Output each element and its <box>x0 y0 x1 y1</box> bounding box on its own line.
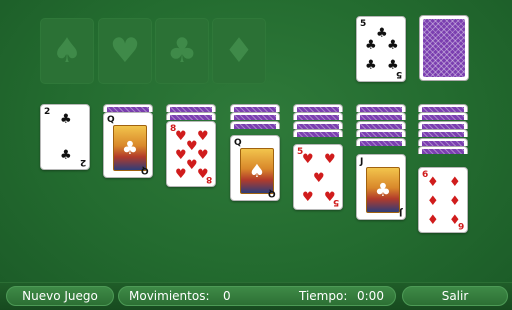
card-rank: 2 <box>79 157 86 167</box>
tableau-5-top-card[interactable]: 5 ♥ ♥ ♥ ♥ ♥ 5 <box>293 144 343 210</box>
card-rank: 5 <box>332 197 339 207</box>
club-icon: ♣ <box>365 38 377 53</box>
heart-icon: ♥ <box>302 190 314 205</box>
tableau-7-face-down <box>418 146 468 154</box>
heart-icon: ♥ <box>197 129 209 144</box>
stock-pile[interactable] <box>419 15 469 81</box>
heart-icon: ♥ <box>175 129 187 144</box>
tableau-6-face-down <box>356 112 406 120</box>
foundation-clubs[interactable]: ♣ <box>155 18 209 84</box>
heart-icon: ♥ <box>197 148 209 163</box>
tableau-2-top-card[interactable]: Q ♣ Q <box>103 112 153 178</box>
tableau-4-face-down <box>230 112 280 120</box>
tableau-5-face-down <box>293 129 343 137</box>
tableau-7-face-down <box>418 129 468 137</box>
card-rank: J <box>360 157 364 167</box>
club-icon: ♣ <box>121 137 139 159</box>
tableau-3-top-card[interactable]: 8 ♥ ♥ ♥ ♥ ♥ ♥ ♥ ♥ 8 <box>166 121 216 187</box>
time-value: 0:00 <box>357 289 384 303</box>
tableau-7-face-down <box>418 138 468 146</box>
card-rank: Q <box>268 188 276 198</box>
tableau-5-face-down <box>293 104 343 112</box>
card-rank: Q <box>234 138 242 148</box>
diamond-icon: ♦ <box>223 31 255 71</box>
heart-icon: ♥ <box>324 152 336 167</box>
foundation-hearts[interactable]: ♥ <box>98 18 152 84</box>
heart-icon: ♥ <box>302 152 314 167</box>
foundation-diamonds[interactable]: ♦ <box>212 18 266 84</box>
heart-icon: ♥ <box>186 139 198 154</box>
tableau-3-face-down <box>166 104 216 112</box>
card-rank: 5 <box>360 19 367 29</box>
heart-icon: ♥ <box>175 148 187 163</box>
club-icon: ♣ <box>376 26 388 41</box>
club-icon: ♣ <box>374 179 392 201</box>
card-rank: 8 <box>205 174 212 184</box>
moves-label: Movimientos: <box>129 289 210 303</box>
tableau-4-face-down <box>230 104 280 112</box>
tableau-4-face-down <box>230 121 280 129</box>
tableau-7-top-card[interactable]: 6 ♦ ♦ ♦ ♦ ♦ ♦ 6 <box>418 167 468 233</box>
tableau-2-face-down <box>103 104 153 112</box>
tableau-1-top-card[interactable]: 2 ♣ ♣ 2 <box>40 104 90 170</box>
tableau-7-face-down <box>418 121 468 129</box>
heart-icon: ♥ <box>186 158 198 173</box>
tableau-5-face-down <box>293 112 343 120</box>
diamond-icon: ♦ <box>449 175 461 190</box>
moves-value: 0 <box>223 289 231 303</box>
tableau-4-top-card[interactable]: Q ♠ Q <box>230 135 280 201</box>
diamond-icon: ♦ <box>427 213 439 228</box>
spade-icon: ♠ <box>51 31 83 71</box>
heart-icon: ♥ <box>313 171 325 186</box>
tableau-6-top-card[interactable]: J ♣ J <box>356 154 406 220</box>
tableau-6-face-down <box>356 138 406 146</box>
tableau-6-face-down <box>356 129 406 137</box>
card-rank: Q <box>141 165 149 175</box>
tableau-6-face-down <box>356 121 406 129</box>
heart-icon: ♥ <box>109 31 141 71</box>
club-icon: ♣ <box>60 112 72 127</box>
tableau-5-face-down <box>293 121 343 129</box>
card-rank: 2 <box>44 107 51 117</box>
tableau-6-face-down <box>356 104 406 112</box>
diamond-icon: ♦ <box>449 194 461 209</box>
club-icon: ♣ <box>365 58 377 73</box>
diamond-icon: ♦ <box>427 175 439 190</box>
diamond-icon: ♦ <box>427 194 439 209</box>
new-game-button[interactable]: Nuevo Juego <box>6 286 114 306</box>
tableau-7-face-down <box>418 112 468 120</box>
club-icon: ♣ <box>166 31 198 71</box>
waste-card[interactable]: 5 ♣ ♣ ♣ ♣ ♣ 5 <box>356 16 406 82</box>
exit-button[interactable]: Salir <box>402 286 508 306</box>
club-icon: ♣ <box>60 148 72 163</box>
time-label: Tiempo: <box>299 289 348 303</box>
status-panel: Movimientos: 0 Tiempo: 0:00 <box>118 286 396 306</box>
foundation-spades[interactable]: ♠ <box>40 18 94 84</box>
jack-face: ♣ <box>366 167 400 213</box>
spade-icon: ♠ <box>248 160 266 182</box>
card-rank: Q <box>107 115 115 125</box>
card-rank: 6 <box>457 220 464 230</box>
heart-icon: ♥ <box>175 167 187 182</box>
card-rank: 5 <box>395 69 402 79</box>
tableau-7-face-down <box>418 104 468 112</box>
card-rank: J <box>398 207 402 217</box>
tableau-3-face-down <box>166 112 216 120</box>
club-icon: ♣ <box>387 38 399 53</box>
